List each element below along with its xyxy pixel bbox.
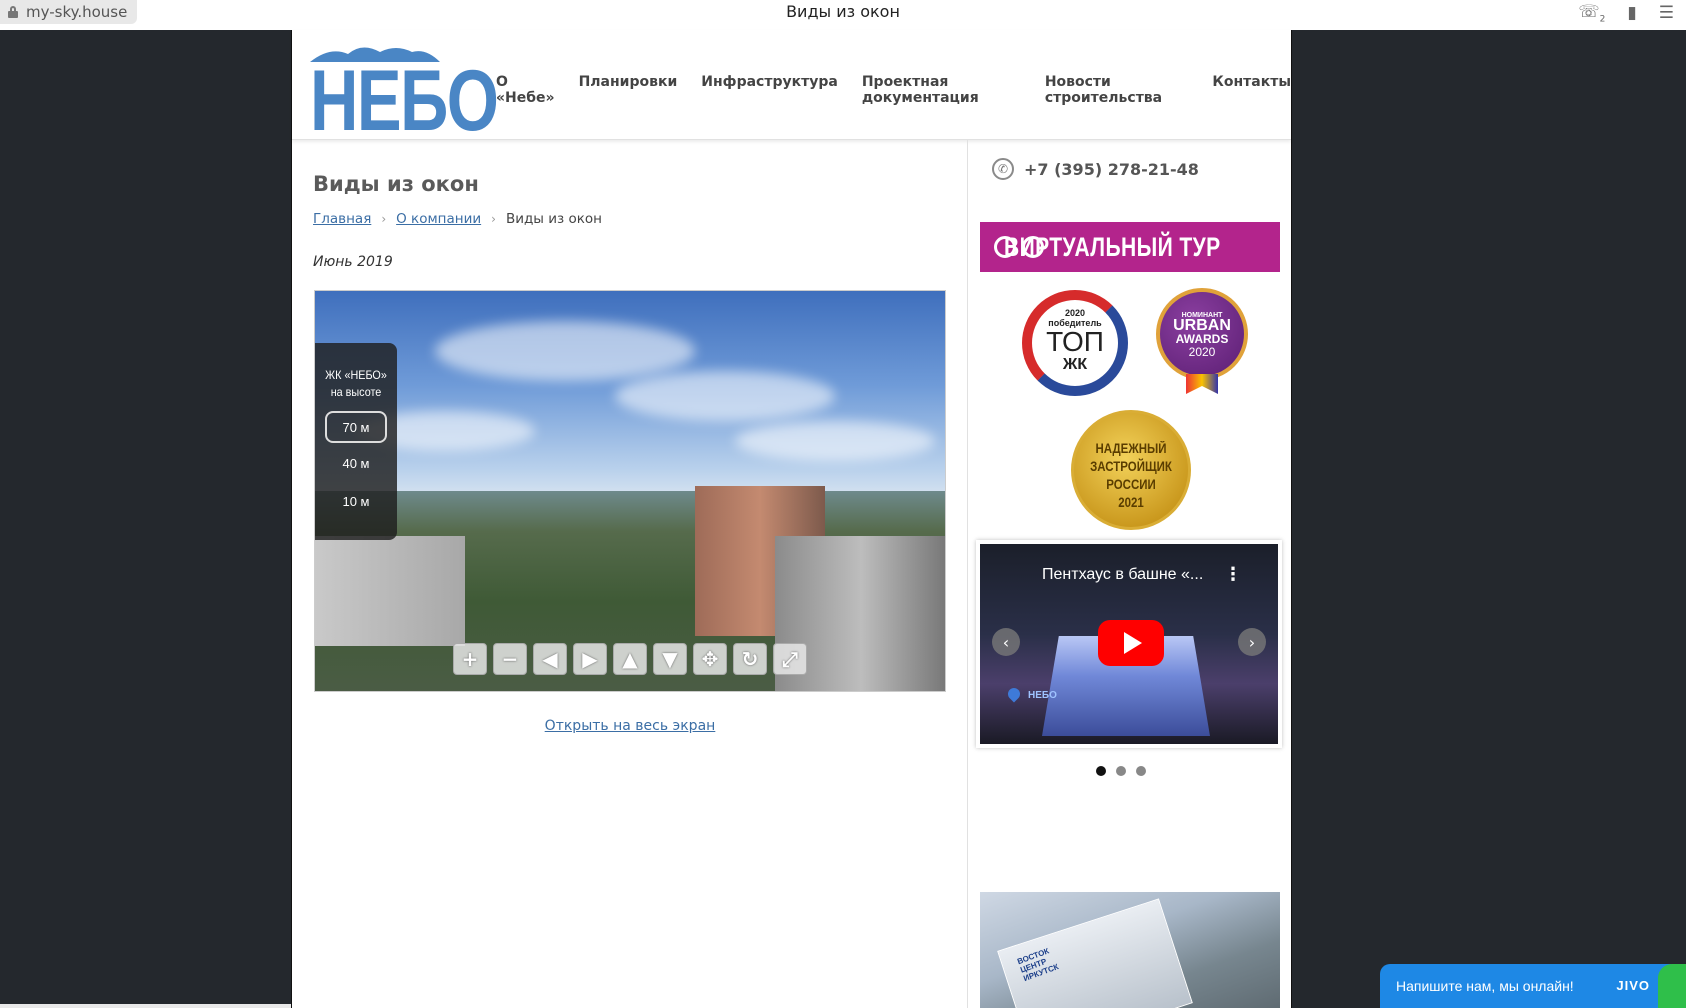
sidebar: ✆ +7 (395) 278-21-48 ВИРТУАЛЬНЫЙ ТУР 202… xyxy=(968,140,1291,1008)
phone-block[interactable]: ✆ +7 (395) 278-21-48 xyxy=(992,158,1199,180)
phone-number: +7 (395) 278-21-48 xyxy=(1024,159,1199,179)
urban-label: НОМИНАНТ xyxy=(1181,312,1223,319)
cloud xyxy=(435,321,695,381)
date-label: Июнь 2019 xyxy=(313,254,393,270)
nav-infrastructure[interactable]: Инфраструктура xyxy=(701,74,838,106)
fullscreen-button[interactable]: ⤢ xyxy=(773,643,807,675)
breadcrumb-current: Виды из окон xyxy=(505,211,602,227)
award-top-title: ТОП xyxy=(1046,326,1104,357)
breadcrumb-company[interactable]: О компании xyxy=(396,211,481,227)
gold-year: 2021 xyxy=(1118,495,1144,510)
award-top-sub: ЖК xyxy=(1062,356,1088,373)
nav-documents[interactable]: Проектная документация xyxy=(862,74,1021,106)
floor-10-button[interactable]: 10 м xyxy=(325,487,387,519)
pan-right-button[interactable]: ▶ xyxy=(573,643,607,675)
nav-about[interactable]: О «Небе» xyxy=(496,74,555,106)
map-pin-icon xyxy=(1005,685,1023,703)
browser-toolbar: my-sky.house Виды из окон ☏2 ▮ ☰ xyxy=(0,0,1686,30)
award-top-year: 2020 xyxy=(1064,308,1086,318)
breadcrumb-separator: › xyxy=(491,212,496,226)
award-urban-awards[interactable]: НОМИНАНТ URBAN AWARDS 2020 xyxy=(1156,288,1248,394)
move-button[interactable]: ✥ xyxy=(693,643,727,675)
extension-icon[interactable]: ☏2 xyxy=(1578,2,1605,24)
floor-40-button[interactable]: 40 м xyxy=(325,449,387,481)
video-brand: НЕБО xyxy=(1028,690,1057,701)
award-top-zhk[interactable]: 2020 победитель ТОП ЖК xyxy=(1014,290,1134,400)
floor-title-line: на высоте xyxy=(330,385,382,399)
floor-70-button[interactable]: 70 м xyxy=(325,411,387,443)
gold-line: РОССИИ xyxy=(1106,477,1156,492)
pan-down-button[interactable]: ▼ xyxy=(653,643,687,675)
panorama-building xyxy=(315,536,465,646)
floor-selector-title: ЖК «НЕБО» на высоте xyxy=(319,343,393,401)
virtual-tour-label: ВИРТУАЛЬНЫЙ ТУР xyxy=(1004,231,1221,262)
logo-text: НЕБО xyxy=(310,53,499,149)
pan-up-button[interactable]: ▲ xyxy=(613,643,647,675)
horizontal-scrollbar[interactable] xyxy=(0,1004,291,1008)
breadcrumb: Главная › О компании › Виды из окон xyxy=(313,211,602,227)
panorama-controls: + − ◀ ▶ ▲ ▼ ✥ ↻ ⤢ xyxy=(453,643,807,675)
carousel-next-button[interactable]: › xyxy=(1238,628,1266,656)
chat-brand: JIVO xyxy=(1616,978,1650,993)
breadcrumb-separator: › xyxy=(381,212,387,226)
zoom-out-button[interactable]: − xyxy=(493,643,527,675)
page-container: НЕБО О «Небе» Планировки Инфраструктура … xyxy=(291,30,1292,1008)
urban-badge: НОМИНАНТ URBAN AWARDS 2020 xyxy=(1156,288,1248,380)
floor-selector: ЖК «НЕБО» на высоте 70 м 40 м 10 м xyxy=(315,343,397,540)
floor-title-line: ЖК «НЕБО» xyxy=(325,368,387,382)
more-options-icon[interactable]: ⋮ xyxy=(1224,566,1242,584)
site-logo[interactable]: НЕБО xyxy=(310,40,499,144)
nav-layouts[interactable]: Планировки xyxy=(579,74,678,106)
panorama-viewer[interactable]: ЖК «НЕБО» на высоте 70 м 40 м 10 м + − ◀… xyxy=(314,290,946,692)
chat-prompt: Напишите нам, мы онлайн! xyxy=(1396,978,1574,994)
virtual-tour-banner[interactable]: ВИРТУАЛЬНЫЙ ТУР xyxy=(980,222,1280,272)
gold-line: НАДЕЖНЫЙ xyxy=(1095,441,1167,456)
gold-award-text: НАДЕЖНЫЙ ЗАСТРОЙЩИК РОССИИ 2021 xyxy=(1083,413,1180,512)
main-content: Виды из окон Главная › О компании › Виды… xyxy=(292,140,968,1008)
bookmark-icon[interactable]: ▮ xyxy=(1627,3,1636,23)
browser-actions: ☏2 ▮ ☰ xyxy=(1578,2,1674,24)
cloud xyxy=(615,371,835,421)
page-title: Виды из окон xyxy=(313,172,479,196)
breadcrumb-home[interactable]: Главная xyxy=(313,211,371,227)
carousel-prev-button[interactable]: ‹ xyxy=(992,628,1020,656)
youtube-video[interactable]: Пентхаус в башне «... ⋮ ‹ › НЕБО xyxy=(980,544,1278,744)
nav-news[interactable]: Новости строительства xyxy=(1045,74,1189,106)
carousel-dots xyxy=(1096,766,1146,776)
gold-line: ЗАСТРОЙЩИК xyxy=(1090,459,1172,474)
carousel-dot[interactable] xyxy=(1096,766,1106,776)
open-fullscreen-link[interactable]: Открыть на весь экран xyxy=(292,718,968,734)
tab-title: Виды из окон xyxy=(786,2,900,21)
ribbon-icon xyxy=(1186,374,1218,394)
site-header: НЕБО О «Небе» Планировки Инфраструктура … xyxy=(292,30,1291,144)
main-nav: О «Небе» Планировки Инфраструктура Проек… xyxy=(496,74,1291,106)
chat-widget[interactable]: Напишите нам, мы онлайн! JIVO xyxy=(1380,964,1686,1008)
video-title: Пентхаус в башне «... xyxy=(1042,566,1204,583)
award-reliable-developer[interactable]: НАДЕЖНЫЙ ЗАСТРОЙЩИК РОССИИ 2021 xyxy=(1071,410,1191,530)
cloud xyxy=(735,421,935,461)
carousel-dot[interactable] xyxy=(1116,766,1126,776)
brochure-image[interactable]: ВОСТОК ЦЕНТР ИРКУТСК xyxy=(980,892,1280,1008)
video-carousel: Пентхаус в башне «... ⋮ ‹ › НЕБО xyxy=(976,540,1282,748)
urban-line2: AWARDS xyxy=(1175,332,1229,346)
play-button[interactable] xyxy=(1098,620,1164,666)
phone-icon: ✆ xyxy=(992,158,1014,180)
pan-left-button[interactable]: ◀ xyxy=(533,643,567,675)
urban-year: 2020 xyxy=(1188,345,1216,359)
panorama-sky xyxy=(315,291,945,501)
badge-count: 2 xyxy=(1599,14,1606,25)
urban-line1: URBAN xyxy=(1173,317,1231,334)
zoom-in-button[interactable]: + xyxy=(453,643,487,675)
nav-contacts[interactable]: Контакты xyxy=(1212,74,1291,106)
reader-icon[interactable]: ☰ xyxy=(1659,3,1674,23)
chat-status-accent xyxy=(1658,964,1686,1008)
carousel-dot[interactable] xyxy=(1136,766,1146,776)
auto-rotate-button[interactable]: ↻ xyxy=(733,643,767,675)
